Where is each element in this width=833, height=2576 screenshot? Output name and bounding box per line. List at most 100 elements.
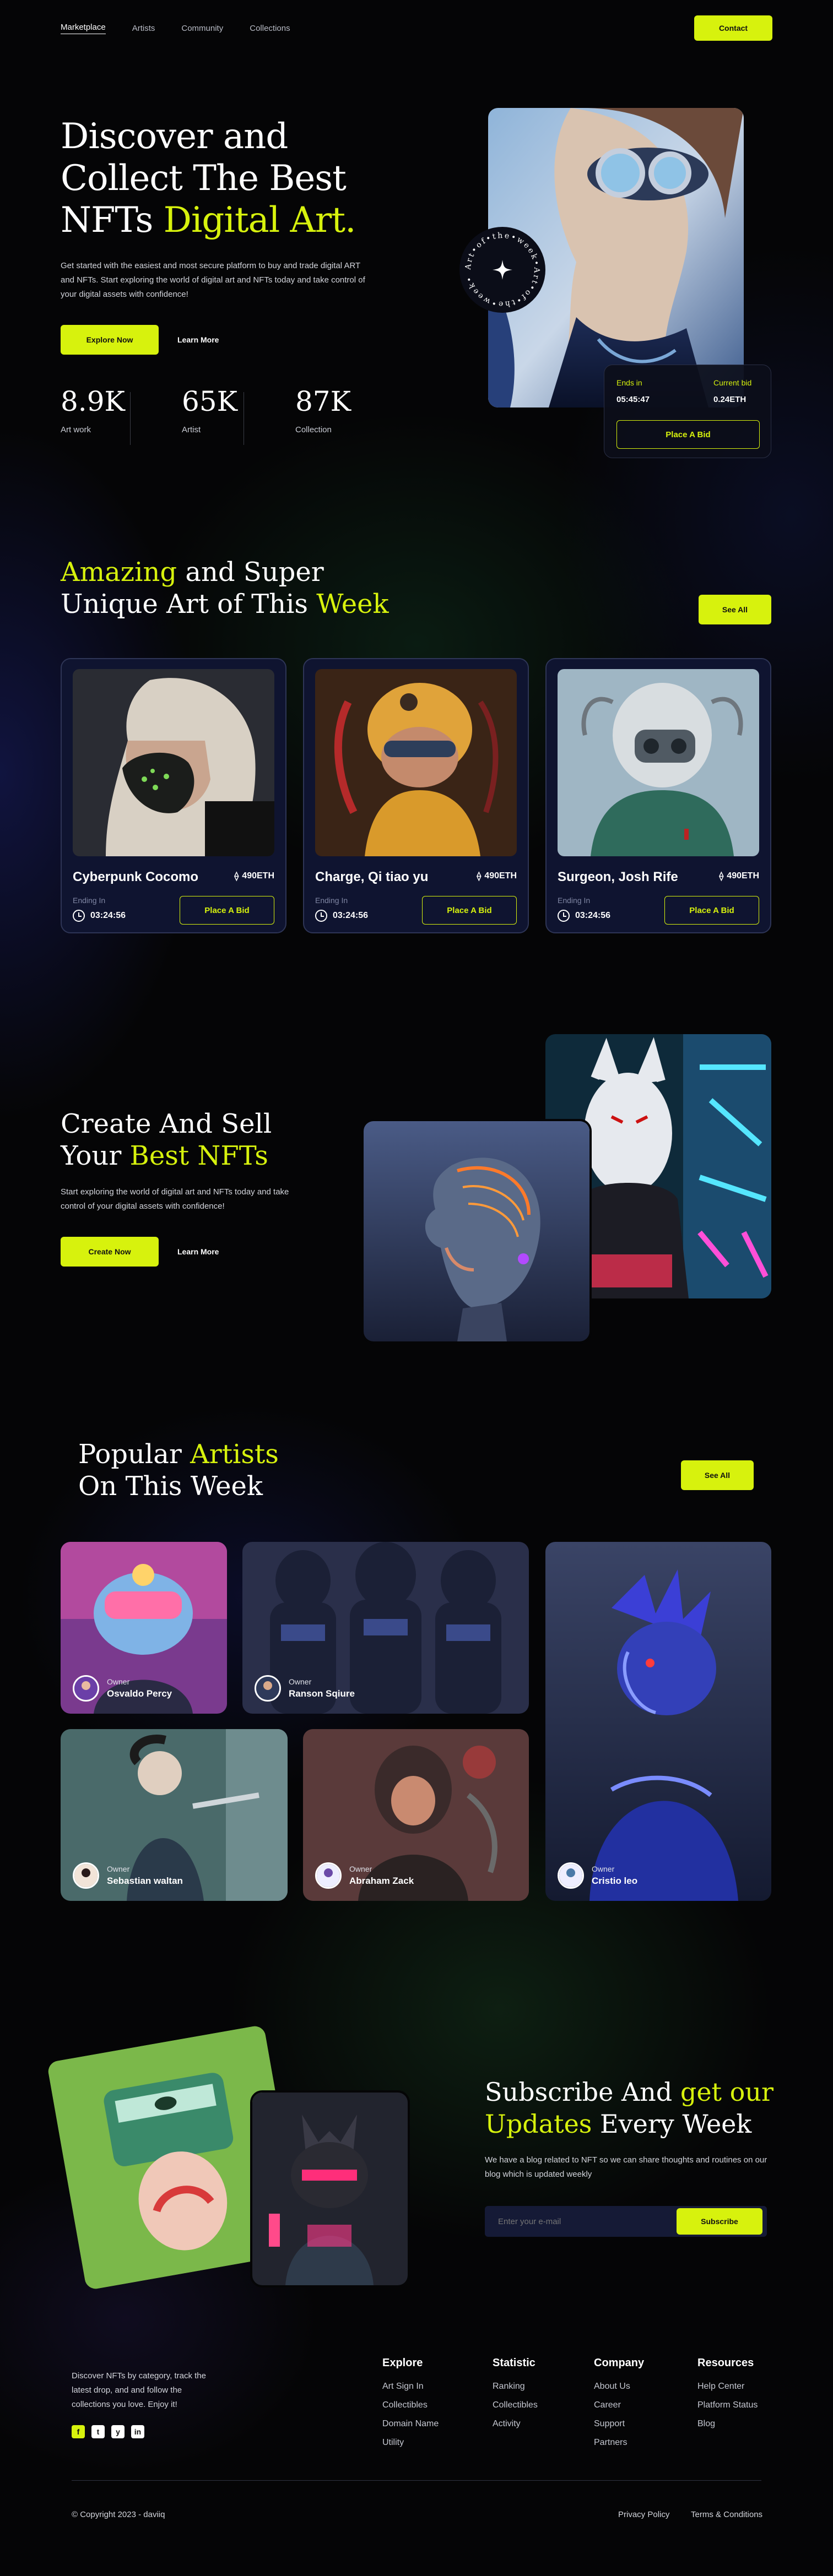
owner-label: Owner [107,1677,130,1686]
title-text: Create And Sell [61,1108,272,1139]
owner-info: Owner Sebastian waltan [73,1862,183,1889]
title-highlight: Best NFTs [129,1140,268,1171]
footer-link[interactable]: Collectibles [493,2400,538,2410]
place-bid-button[interactable]: Place A Bid [422,896,517,925]
footer-link[interactable]: Ranking [493,2382,538,2392]
nft-price: ⟠ 490ETH [719,871,759,882]
nav-community[interactable]: Community [181,24,223,33]
footer-heading: Company [594,2357,645,2369]
place-bid-button[interactable]: Place A Bid [180,896,274,925]
footer-link[interactable]: Support [594,2419,644,2429]
footer-link[interactable]: Help Center [697,2382,758,2392]
avatar [558,1862,584,1889]
hero-place-bid-button[interactable]: Place A Bid [616,420,760,449]
artist-card[interactable]: Owner Sebastian waltan [61,1729,288,1901]
explore-now-button[interactable]: Explore Now [61,325,159,355]
owner-info: Owner Osvaldo Percy [73,1675,172,1702]
artist-card[interactable]: Owner Abraham Zack [303,1729,529,1901]
owner-label: Owner [349,1865,372,1873]
artists-section-title: Popular Artists On This Week [78,1438,279,1502]
cyborg-portrait-image [364,1121,589,1341]
nav-marketplace[interactable]: Marketplace [61,23,106,34]
nft-card: Surgeon, Josh Rife ⟠ 490ETH Ending In 03:… [545,658,771,933]
nft-card: Cyberpunk Cocomo ⟠ 490ETH Ending In 03:24… [61,658,286,933]
title-text: Popular [78,1439,182,1470]
subscribe-button[interactable]: Subscribe [677,2208,762,2235]
footer-link[interactable]: Career [594,2400,644,2410]
countdown: 03:24:56 [73,910,126,922]
hero-description: Get started with the easiest and most se… [61,261,365,299]
ends-in-label: Ends in [616,378,642,387]
ending-in-label: Ending In [315,896,348,905]
footer-link[interactable]: About Us [594,2382,644,2392]
hero-title-line3a: NFTs [61,200,153,241]
owner-info: Owner Cristio leo [558,1862,637,1889]
footer-link[interactable]: Platform Status [697,2400,758,2410]
clock-icon [558,910,570,922]
create-now-button[interactable]: Create Now [61,1237,159,1267]
ethereum-icon: ⟠ [719,872,724,881]
artist-card[interactable]: Owner Osvaldo Percy [61,1542,227,1714]
twitter-icon[interactable]: y [111,2425,125,2438]
samurai-robot-image [252,2093,408,2285]
title-highlight: Amazing [61,557,177,588]
place-bid-button[interactable]: Place A Bid [664,896,759,925]
footer-col-resources: Resources Help Center Platform Status Bl… [697,2357,758,2438]
create-description: Start exploring the world of digital art… [61,1187,289,1211]
title-text: Subscribe And [485,2077,673,2107]
countdown-value: 03:24:56 [333,911,369,920]
ending-in-label: Ending In [73,896,106,905]
footer-heading: Explore [382,2357,423,2369]
owner-info: Owner Ranson Sqiure [255,1675,355,1702]
countdown: 03:24:56 [558,910,610,922]
artist-card[interactable]: Owner Cristio leo [545,1542,771,1901]
stat-artwork: 8.9K Art work [61,385,125,434]
footer-link[interactable]: Domain Name [382,2419,439,2429]
clock-icon [315,910,327,922]
title-highlight: Updates [485,2109,592,2139]
terms-link[interactable]: Terms & Conditions [691,2510,762,2519]
artist-name: Cristio leo [592,1876,638,1886]
stat-label: Artist [182,425,201,434]
facebook-icon[interactable]: f [72,2425,85,2438]
footer-link[interactable]: Art Sign In [382,2382,439,2392]
hero-bid-box: Ends in 05:45:47 Current bid 0.24ETH Pla… [604,365,771,458]
artist-card[interactable]: Owner Ranson Sqiure [242,1542,529,1714]
ethereum-icon: ⟠ [234,872,239,881]
email-input[interactable] [485,2206,672,2237]
avatar [315,1862,342,1889]
stat-collection: 87K Collection [295,385,351,434]
learn-more-button[interactable]: Learn More [177,325,219,355]
create-learn-more-button[interactable]: Learn More [177,1237,219,1267]
current-bid-label: Current bid [713,378,752,387]
hero-title: Discover and Collect The Best NFTs Digit… [61,116,356,241]
linkedin-icon[interactable]: in [131,2425,144,2438]
footer-heading: Statistic [493,2357,536,2369]
amazing-section-title: Amazing and Super Unique Art of This Wee… [61,556,389,620]
subscribe-form: Subscribe [485,2206,767,2237]
see-all-art-button[interactable]: See All [699,595,771,624]
title-text: Every Week [600,2109,752,2139]
avatar [73,1862,99,1889]
artist-name: Sebastian waltan [107,1876,183,1886]
hero-title-line2: Collect The Best [61,158,347,199]
footer-link[interactable]: Partners [594,2438,644,2448]
artist-name: Abraham Zack [349,1876,414,1886]
footer-link[interactable]: Utility [382,2438,439,2448]
nav-artists[interactable]: Artists [132,24,155,33]
nav-collections[interactable]: Collections [250,24,290,33]
top-nav: Marketplace Artists Community Collection… [61,15,772,41]
footer-link[interactable]: Collectibles [382,2400,439,2410]
ethereum-icon: ⟠ [477,872,482,881]
hero-title-line1: Discover and [61,116,288,157]
telegram-icon[interactable]: t [91,2425,105,2438]
see-all-artists-button[interactable]: See All [681,1460,754,1490]
owner-label: Owner [107,1865,130,1873]
contact-button[interactable]: Contact [694,15,772,41]
owner-label: Owner [289,1677,312,1686]
privacy-policy-link[interactable]: Privacy Policy [618,2510,669,2519]
footer-link[interactable]: Activity [493,2419,538,2429]
title-text: Your [61,1140,122,1171]
footer-link[interactable]: Blog [697,2419,758,2429]
art-of-the-week-badge: Art•of•the•week•Art•of•the•week• [458,226,547,314]
